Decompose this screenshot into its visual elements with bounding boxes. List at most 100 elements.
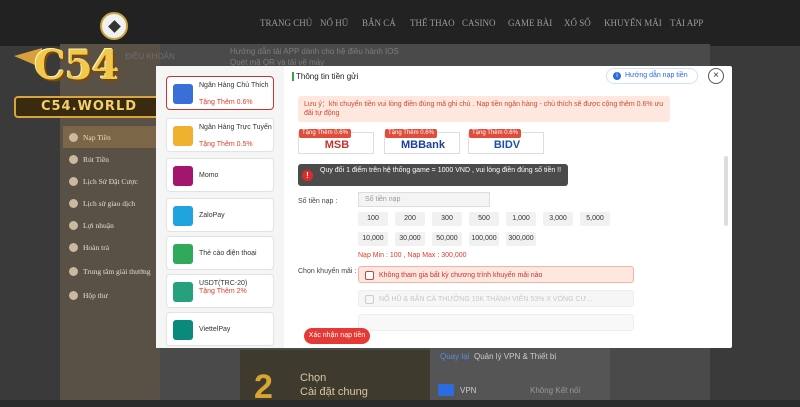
logo-main-text: C54 [34,42,119,89]
payment-method-item[interactable]: Ngân Hàng Chủ Thích Tặng Thêm 0.6% [166,76,274,110]
payment-method-name: ViettelPay [199,326,231,333]
side-menu-item[interactable]: Lợi nhuận [63,214,157,236]
payment-method-name: ZaloPay [199,212,225,219]
confirm-deposit-button[interactable]: Xác nhận nạp tiền [304,328,370,344]
payment-method-item[interactable]: Momo [166,158,274,192]
vpn-icon [438,384,454,396]
checkbox-icon [365,295,374,304]
payment-method-item[interactable]: USDT(TRC-20) Tặng Thêm 2% [166,274,274,308]
nav-item[interactable]: CASINO [462,18,496,28]
payment-method-list: Ngân Hàng Chủ Thích Tặng Thêm 0.6% Ngân Hà… [156,66,284,348]
nav-item[interactable]: BẮN CÁ [362,18,396,28]
viettelpay-icon [173,320,193,340]
payment-method-name: USDT(TRC-20) [199,280,248,287]
amount-chip[interactable]: 1,000 [506,212,536,226]
phone-title: Quản lý VPN & Thiết bị [474,352,557,361]
amount-chip[interactable]: 100 [358,212,388,226]
bank-option[interactable]: Tặng Thêm 0.6% BIDV [468,129,544,154]
modal-title: Thông tin tiền gửi [296,72,359,81]
amount-chip[interactable]: 30,000 [395,232,425,246]
promo-option[interactable]: NỔ HŨ & BẮN CÁ THƯỞNG 10K THÀNH VIÊN 53%… [358,290,634,307]
nav-item[interactable]: NỔ HŨ [320,18,348,28]
form-scrollbar[interactable] [724,156,728,226]
background-header: Hướng dẫn tải APP dành cho hệ điều hành … [230,46,399,68]
payment-method-item[interactable]: Thẻ cào điện thoại [166,236,274,270]
bank-option[interactable]: Tặng Thêm 0.6% MSB [298,129,374,154]
bank-card-icon [173,84,193,104]
background-banner: 2 Chọn Cài đặt chung [240,350,430,406]
promo-option-label: NỔ HŨ & BẮN CÁ THƯỞNG 10K THÀNH VIÊN 53%… [379,296,593,303]
phone-card-icon [173,244,193,264]
nav-item[interactable]: KHUYẾN MÃI [604,18,662,28]
deposit-limits: Nạp Min : 100 , Nạp Max : 300,000 [358,252,467,259]
soccer-ball-icon [100,12,128,40]
nav-item[interactable]: XỔ SỐ [564,18,591,28]
side-menu-item[interactable]: Trung tâm giải thưởng [63,260,157,282]
payment-method-name: Ngân Hàng Chủ Thích [199,82,269,89]
menu-item-icon [69,176,78,186]
menu-item-icon [69,290,78,300]
info-icon: i [613,72,621,80]
banner-line1: Chọn [300,372,327,384]
logo-sub-text: C54.WORLD [14,96,164,118]
promo-option[interactable] [358,314,634,331]
payment-method-item[interactable]: Ngân Hàng Trực Tuyến Tặng Thêm 0.5% [166,118,274,152]
momo-icon [173,166,193,186]
account-side-menu: Nạp Tiền Rút Tiền Lịch Sử Đặt Cược Lịch sử … [63,124,157,304]
warning-text: Quy đổi 1 điểm trên hệ thống game = 1000… [320,167,562,174]
side-menu-item[interactable]: Rút Tiền [63,148,157,170]
amount-chip[interactable]: 300,000 [506,232,536,246]
deposit-form: Thông tin tiền gửi i Hướng dẫn nạp tiền … [284,66,732,348]
deposit-guide-button[interactable]: i Hướng dẫn nạp tiền [606,68,698,84]
side-menu-label: Nạp Tiền [83,132,111,142]
amount-chip[interactable]: 5,000 [580,212,610,226]
payment-method-item[interactable]: ViettelPay [166,312,274,346]
close-button[interactable]: × [708,68,724,84]
side-menu-item[interactable]: Hoàn trả [63,236,157,258]
payment-method-bonus: Tặng Thêm 2% [199,288,247,295]
warning-icon: ! [302,170,313,181]
amount-chip[interactable]: 50,000 [432,232,462,246]
promotion-label: Chọn khuyến mãi : [298,268,357,275]
bank-bonus-badge: Tặng Thêm 0.6% [299,129,351,138]
amount-chip[interactable]: 100,000 [469,232,499,246]
nav-item[interactable]: TRANG CHỦ [260,18,312,28]
side-menu-item[interactable]: Hộp thư [63,284,157,306]
nav-item[interactable]: GAME BÀI [508,18,552,28]
amount-label: Số tiền nạp : [298,198,338,205]
amount-chip[interactable]: 300 [432,212,462,226]
deposit-modal: Ngân Hàng Chủ Thích Tặng Thêm 0.6% Ngân Hà… [156,66,732,348]
side-menu-label: Trung tâm giải thưởng [83,266,151,276]
side-menu-item[interactable]: Lịch Sử Đặt Cược [63,170,157,192]
payment-method-bonus: Tặng Thêm 0.5% [199,141,253,148]
amount-chip[interactable]: 10,000 [358,232,388,246]
menu-item-icon [69,242,78,252]
menu-item-icon [69,266,78,276]
amount-chip[interactable]: 200 [395,212,425,226]
amount-input[interactable]: Số tiền nạp [358,192,490,207]
menu-item-icon [69,154,78,164]
side-menu-label: Rút Tiền [83,154,110,164]
bank-logo: MBBank [400,139,445,151]
side-menu-item[interactable]: Nạp Tiền [63,126,157,148]
conversion-warning: ! Quy đổi 1 điểm trên hệ thống game = 10… [298,164,568,186]
amount-chip[interactable]: 500 [469,212,499,226]
bank-option[interactable]: Tặng Thêm 0.6% MBBank [384,129,460,154]
payment-method-name: Thẻ cào điện thoại [199,250,257,257]
zalopay-icon [173,206,193,226]
menu-item-icon [69,132,78,142]
checkbox-checked-icon [365,271,374,280]
online-bank-icon [173,126,193,146]
side-menu-item[interactable]: Lịch sử giao dịch [63,192,157,214]
promo-option-none[interactable]: Không tham gia bất kỳ chương trình khuyế… [358,266,634,283]
nav-item[interactable]: TẢI APP [670,18,703,28]
nav-item[interactable]: THỂ THAO [410,18,455,28]
site-logo[interactable]: C54 C54.WORLD [4,4,169,124]
side-menu-label: Lợi nhuận [83,220,114,230]
side-menu-label: Hộp thư [83,290,108,300]
bank-bonus-badge: Tặng Thêm 0.6% [469,129,521,138]
phone-vpn-label: VPN [460,386,477,395]
side-menu-label: Lịch sử giao dịch [83,198,136,208]
payment-method-item[interactable]: ZaloPay [166,198,274,232]
amount-chip[interactable]: 3,000 [543,212,573,226]
